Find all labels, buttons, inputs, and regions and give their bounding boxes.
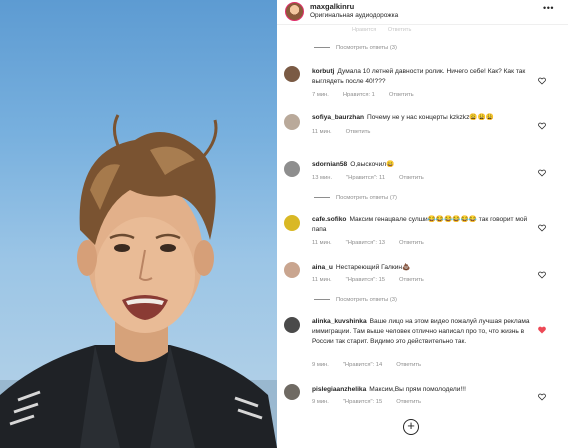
avatar[interactable] — [285, 2, 304, 21]
ellipsis-icon[interactable]: ••• — [543, 3, 554, 13]
post-header: maxgalkinru Оригинальная аудиодорожка ••… — [277, 0, 568, 25]
post-author-username[interactable]: maxgalkinru — [310, 2, 354, 11]
heart-icon[interactable] — [538, 266, 546, 279]
comment-text: Думала 10 летней давности ролик. Ничего … — [312, 68, 526, 85]
avatar[interactable] — [284, 215, 300, 231]
heart-icon[interactable] — [538, 219, 546, 232]
comment-likes[interactable]: Нравится: 1 — [343, 92, 375, 98]
avatar[interactable] — [284, 161, 300, 177]
comment-text: Нестареющий Галкин💩 — [335, 264, 411, 271]
comment-username[interactable]: pislegiaanzhelika — [312, 386, 366, 393]
comment-text: О,выскочил😄 — [350, 161, 395, 168]
comment-time: 11 мин. — [312, 240, 332, 246]
video-player[interactable] — [0, 0, 277, 448]
comment-username[interactable]: cafe.sofiko — [312, 216, 346, 223]
heart-icon[interactable] — [538, 164, 546, 177]
avatar[interactable] — [284, 317, 300, 333]
comment-username[interactable]: alinka_kuvshinka — [312, 318, 367, 325]
heart-icon[interactable] — [538, 321, 546, 334]
avatar[interactable] — [284, 262, 300, 278]
reply-button[interactable]: Ответить — [396, 399, 421, 405]
avatar[interactable] — [284, 66, 300, 82]
comment-time: 7 мин. — [312, 92, 329, 98]
view-replies-link[interactable]: Посмотреть ответы (3) — [314, 297, 397, 303]
comment-text: Почему не у нас концерты kzkzkz😩😩😩 — [367, 114, 495, 121]
comment-likes[interactable]: "Нравится": 13 — [346, 240, 385, 246]
comment-likes[interactable]: "Нравится": 14 — [343, 362, 382, 368]
comment-username[interactable]: sofiya_baurzhan — [312, 114, 364, 121]
view-replies-link[interactable]: Посмотреть ответы (3) — [314, 45, 397, 51]
heart-icon[interactable] — [538, 117, 546, 130]
reply-button[interactable]: Ответить — [396, 362, 421, 368]
view-replies-link[interactable]: Посмотреть ответы (7) — [314, 195, 397, 201]
reply-button[interactable]: Ответить — [399, 277, 424, 283]
reply-button[interactable]: Ответить — [389, 92, 414, 98]
comment-time: 11 мин. — [312, 277, 332, 283]
audio-track-label[interactable]: Оригинальная аудиодорожка — [310, 12, 398, 19]
avatar[interactable] — [284, 384, 300, 400]
comment-username[interactable]: sdornian58 — [312, 161, 347, 168]
faded-comment-meta: Нравится Ответить — [352, 27, 412, 33]
comment-text: Максим,Вы прям помолодели!!! — [369, 386, 466, 393]
heart-icon[interactable] — [538, 388, 546, 401]
comment-time: 9 мин. — [312, 362, 329, 368]
comments-panel: maxgalkinru Оригинальная аудиодорожка ••… — [277, 0, 568, 448]
heart-icon[interactable] — [538, 72, 546, 85]
reply-button[interactable]: Ответить — [346, 129, 371, 135]
comment-time: 9 мин. — [312, 399, 329, 405]
plus-circle-icon[interactable]: + — [403, 419, 419, 435]
video-frame — [0, 114, 277, 448]
avatar[interactable] — [284, 114, 300, 130]
comment-time: 11 мин. — [312, 129, 332, 135]
comment-username[interactable]: korbutj — [312, 68, 334, 75]
reply-button[interactable]: Ответить — [399, 240, 424, 246]
comment-time: 13 мин. — [312, 175, 333, 181]
comment-likes[interactable]: "Нравится": 11 — [346, 175, 385, 181]
reply-button[interactable]: Ответить — [399, 175, 424, 181]
comment-username[interactable]: aina_u — [312, 264, 333, 271]
comment-likes[interactable]: "Нравится": 15 — [346, 277, 385, 283]
comment-likes[interactable]: "Нравится": 15 — [343, 399, 382, 405]
